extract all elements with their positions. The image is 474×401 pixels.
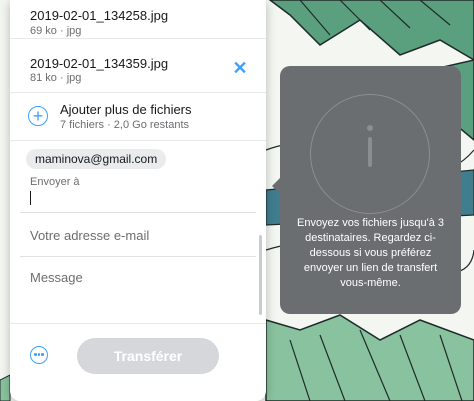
file-size: 81 ko	[30, 72, 57, 84]
file-meta: 69 ko · jpg	[30, 25, 81, 37]
recipient-chip[interactable]: maminova@gmail.com	[26, 149, 167, 169]
plus-circle-icon: +	[28, 106, 48, 126]
add-files-label: Ajouter plus de fichiers	[60, 102, 192, 117]
transfer-panel: 2019-02-01_134258.jpg 69 ko · jpg 2019-0…	[10, 0, 266, 401]
tooltip-text: Envoyez vos fichiers jusqu'à 3 destinata…	[296, 217, 444, 289]
your-email-placeholder: Votre adresse e-mail	[30, 228, 150, 243]
meta-separator: ·	[59, 25, 64, 37]
info-icon-dot	[367, 125, 373, 131]
more-options-icon[interactable]	[30, 346, 48, 364]
file-type: jpg	[66, 72, 82, 84]
file-meta: 81 ko · jpg	[30, 72, 81, 84]
file-name: 2019-02-01_134359.jpg	[30, 56, 169, 71]
file-name: 2019-02-01_134258.jpg	[30, 8, 169, 23]
send-to-input[interactable]	[20, 172, 256, 213]
info-icon-bar	[368, 137, 372, 167]
remove-file-icon[interactable]: ✕	[232, 59, 248, 77]
your-email-input[interactable]: Votre adresse e-mail	[20, 212, 256, 257]
add-more-files-button[interactable]: + Ajouter plus de fichiers 7 fichiers · …	[10, 92, 266, 141]
tooltip-arrow	[272, 178, 280, 194]
meta-separator: ·	[59, 72, 64, 84]
file-row: 2019-02-01_134359.jpg 81 ko · jpg	[10, 38, 266, 93]
scrollbar[interactable]	[259, 235, 262, 315]
transfer-button[interactable]: Transférer	[77, 338, 219, 374]
file-size: 69 ko	[30, 25, 57, 37]
message-input[interactable]: Message	[20, 256, 256, 316]
footer-divider	[10, 323, 266, 324]
file-type: jpg	[66, 25, 82, 37]
file-row: 2019-02-01_134258.jpg 69 ko · jpg	[10, 0, 266, 39]
files-remaining-info: 7 fichiers · 2,0 Go restants	[60, 119, 189, 131]
message-placeholder: Message	[30, 270, 83, 285]
